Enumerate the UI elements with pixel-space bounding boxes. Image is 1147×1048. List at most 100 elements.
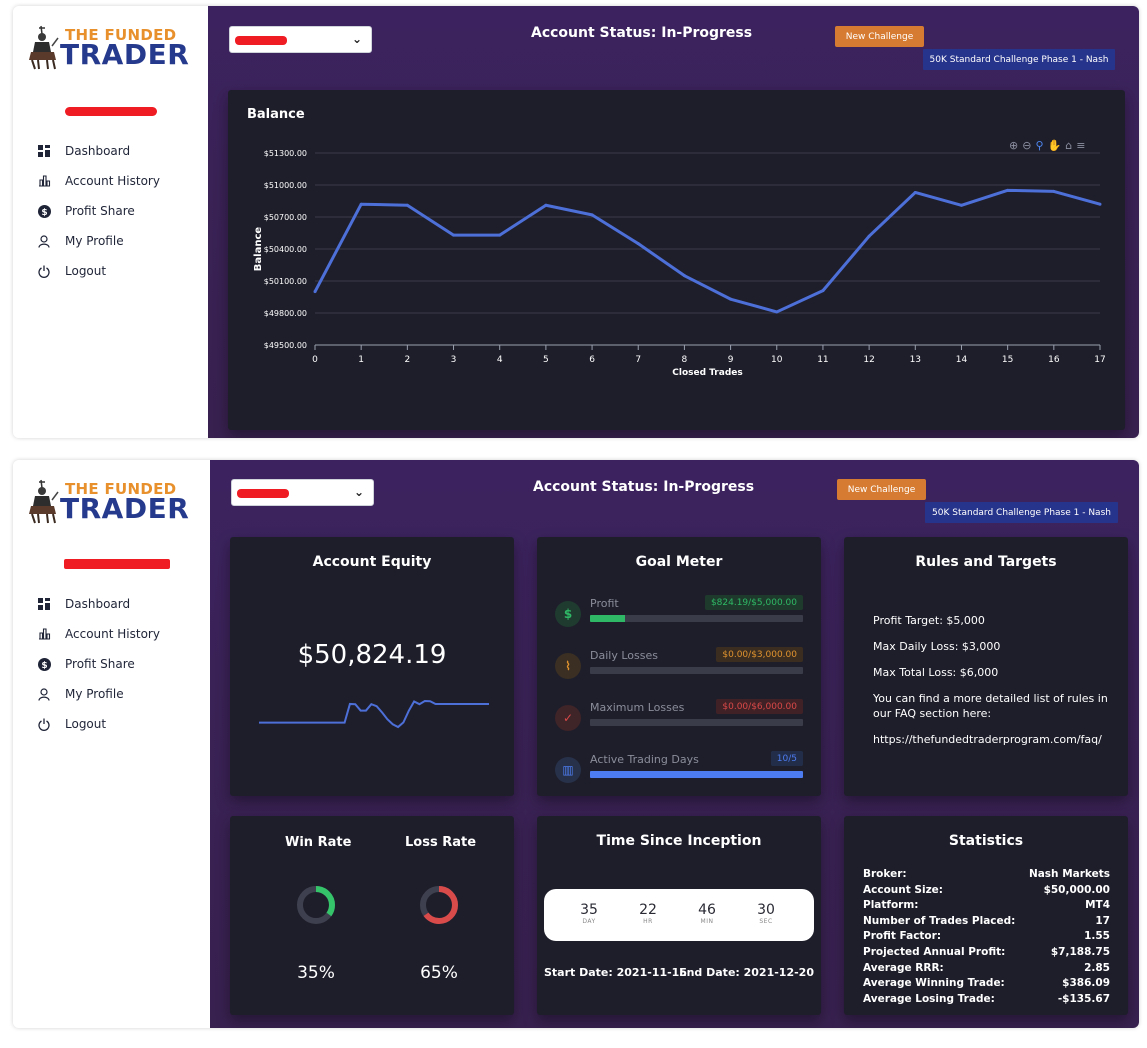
svg-text:$: $	[41, 208, 47, 218]
rules-card: Rules and Targets Profit Target: $5,000 …	[844, 537, 1128, 796]
stat-value: 1.55	[1084, 930, 1110, 943]
y-tick-label: $49500.00	[264, 341, 307, 350]
balance-point[interactable]	[452, 233, 456, 237]
sidebar-item-profit-share[interactable]: $ Profit Share	[37, 196, 160, 226]
timer-days: 35 DAY	[580, 902, 598, 925]
goal-badge: $0.00/$6,000.00	[716, 699, 803, 714]
balance-point[interactable]	[636, 242, 640, 246]
stat-row: Platform: MT4	[863, 899, 1110, 915]
sidebar-item-label: Logout	[65, 264, 107, 278]
loss-rate-value: 65%	[420, 963, 458, 983]
balance-title: Balance	[247, 107, 305, 122]
goal-meter-card: Goal Meter $ Profit $824.19/$5,000.00 ⌇ Dail…	[537, 537, 821, 796]
win-rate-donut	[297, 886, 335, 924]
knight-icon	[29, 25, 59, 70]
sidebar-item-account-history[interactable]: Account History	[37, 619, 160, 649]
y-tick-label: $49800.00	[264, 309, 307, 318]
balance-point[interactable]	[1098, 202, 1102, 206]
account-select[interactable]: ⌄	[231, 479, 374, 506]
sidebar-item-account-history[interactable]: Account History	[37, 166, 160, 196]
sidebar-item-dashboard[interactable]: Dashboard	[37, 589, 160, 619]
y-tick-label: $51000.00	[264, 181, 307, 190]
sidebar-item-my-profile[interactable]: My Profile	[37, 226, 160, 256]
stat-key: Average Losing Trade:	[863, 992, 995, 1005]
balance-point[interactable]	[729, 297, 733, 301]
balance-point[interactable]	[498, 233, 502, 237]
stat-row: Average RRR: 2.85	[863, 962, 1110, 978]
main-area: ⌄ Account Status: In-Progress New Challe…	[210, 460, 1139, 1028]
rules-note: You can find a more detailed list of rul…	[873, 692, 1108, 720]
challenge-badge[interactable]: 50K Standard Challenge Phase 1 - Nash	[923, 49, 1115, 70]
timer-title: Time Since Inception	[596, 833, 762, 849]
main-area: ⌄ Account Status: In-Progress New Challe…	[208, 6, 1139, 438]
balance-point[interactable]	[313, 290, 317, 294]
y-tick-label: $50400.00	[264, 245, 307, 254]
sidebar-item-label: Profit Share	[65, 204, 135, 218]
equity-title: Account Equity	[312, 554, 432, 570]
brand-logo[interactable]: THE FUNDED TRADER	[27, 24, 197, 72]
check-icon: ✓	[555, 705, 581, 731]
faq-link[interactable]: https://thefundedtraderprogram.com/faq/	[873, 732, 1113, 747]
balance-point[interactable]	[821, 289, 825, 293]
rules-title: Rules and Targets	[915, 554, 1057, 570]
sidebar-item-profit-share[interactable]: $ Profit Share	[37, 649, 160, 679]
x-tick-label: 13	[910, 355, 921, 365]
stat-value: $50,000.00	[1043, 883, 1110, 896]
x-tick-label: 2	[404, 355, 410, 365]
statistics-list: Broker: Nash Markets Account Size: $50,000.…	[863, 868, 1110, 1008]
trend-icon: ⌇	[555, 653, 581, 679]
balance-point[interactable]	[544, 203, 548, 207]
x-tick-label: 15	[1002, 355, 1013, 365]
x-tick-label: 12	[863, 355, 874, 365]
sidebar-menu: Dashboard Account History $ Profit Share…	[37, 589, 160, 739]
new-challenge-button[interactable]: New Challenge	[837, 479, 926, 500]
knight-icon	[29, 479, 59, 524]
sidebar-item-logout[interactable]: Logout	[37, 709, 160, 739]
redacted-username	[65, 107, 157, 116]
redacted-account	[235, 36, 287, 45]
account-status: Account Status: In-Progress	[531, 25, 753, 41]
sidebar-item-logout[interactable]: Logout	[37, 256, 160, 286]
stat-row: Profit Factor: 1.55	[863, 930, 1110, 946]
balance-point[interactable]	[959, 203, 963, 207]
dollar-icon: $	[37, 657, 51, 671]
new-challenge-button[interactable]: New Challenge	[835, 26, 924, 47]
balance-chart: $51300.00 $51000.00 $50700.00 $50400.00 $501…	[253, 149, 1106, 378]
balance-point[interactable]	[405, 203, 409, 207]
balance-point[interactable]	[775, 310, 779, 314]
balance-point[interactable]	[590, 213, 594, 217]
x-tick-label: 7	[635, 355, 641, 365]
sidebar-item-label: Dashboard	[65, 597, 131, 611]
balance-point[interactable]	[682, 274, 686, 278]
statistics-card: Statistics Broker: Nash Markets Account Si…	[844, 816, 1128, 1015]
goal-progress-fill	[590, 615, 626, 622]
sidebar-item-label: Dashboard	[65, 144, 131, 158]
goal-label: Maximum Losses	[590, 701, 685, 714]
stat-key: Account Size:	[863, 883, 944, 896]
challenge-badge[interactable]: 50K Standard Challenge Phase 1 - Nash	[925, 502, 1118, 523]
equity-sparkline	[259, 699, 489, 729]
chevron-down-icon: ⌄	[353, 485, 364, 499]
stat-value: 2.85	[1084, 961, 1110, 974]
sidebar-item-my-profile[interactable]: My Profile	[37, 679, 160, 709]
y-axis-label: Balance	[253, 227, 264, 272]
stat-row: Projected Annual Profit: $7,188.75	[863, 946, 1110, 962]
goal-progress-track	[590, 615, 803, 622]
sidebar-item-dashboard[interactable]: Dashboard	[37, 136, 160, 166]
balance-point[interactable]	[913, 190, 917, 194]
goal-progress-fill	[590, 771, 803, 778]
balance-point[interactable]	[1006, 188, 1010, 192]
account-select[interactable]: ⌄	[229, 26, 372, 53]
dashboard-screenshot: THE FUNDED TRADER Dashboard Account Hist…	[13, 460, 1139, 1028]
x-tick-label: 14	[956, 355, 968, 365]
sidebar-item-label: Account History	[65, 627, 160, 641]
balance-point[interactable]	[867, 234, 871, 238]
redacted-username	[64, 559, 170, 569]
brand-logo[interactable]: THE FUNDED TRADER	[27, 478, 197, 526]
x-tick-label: 5	[543, 355, 549, 365]
redacted-account	[237, 489, 289, 498]
balance-point[interactable]	[1052, 189, 1056, 193]
power-icon	[37, 264, 51, 278]
balance-point[interactable]	[359, 202, 363, 206]
account-equity-card: Account Equity $50,824.19	[230, 537, 514, 796]
